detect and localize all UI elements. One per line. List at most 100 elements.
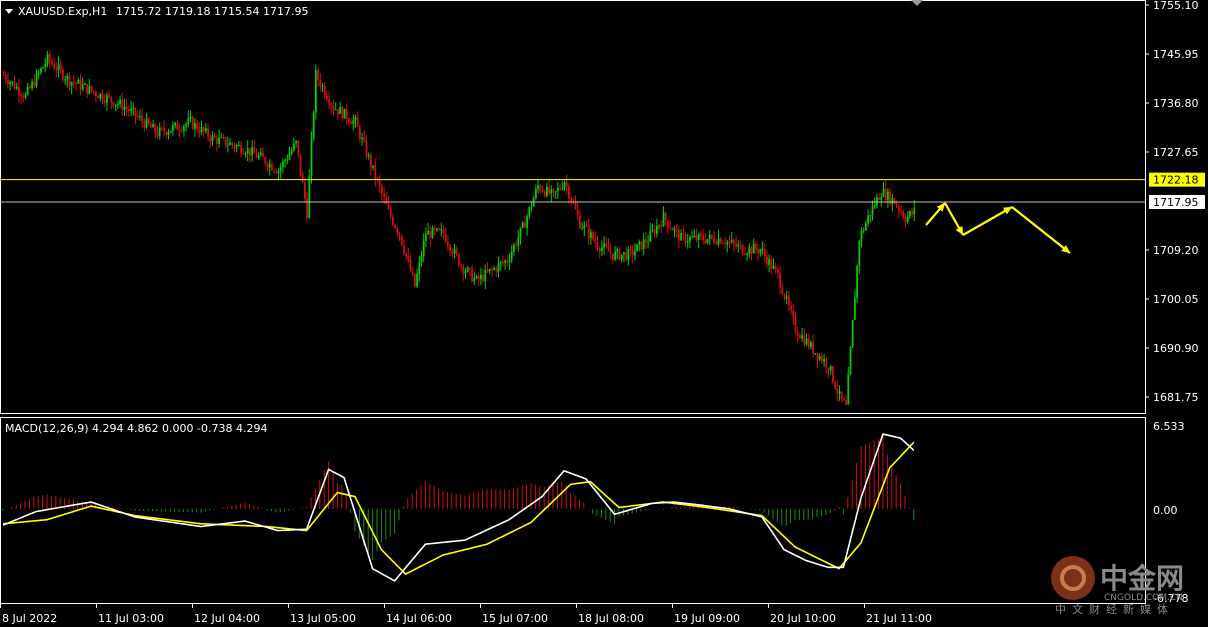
candle-body: [664, 212, 667, 221]
candle-body: [81, 84, 84, 90]
candle-body: [367, 155, 370, 157]
candle-body: [405, 253, 407, 256]
candle-body: [541, 190, 544, 192]
candle-body: [891, 198, 894, 204]
candle-body: [264, 157, 267, 164]
candle-body: [810, 342, 812, 348]
candle-body: [867, 215, 869, 223]
watermark-brand: 中金网: [1100, 562, 1184, 595]
candle-body: [394, 224, 396, 228]
symbol-dropdown-icon[interactable]: [5, 9, 13, 14]
candle-body: [499, 262, 502, 264]
candle-body: [73, 81, 75, 83]
candle-body: [224, 137, 227, 146]
candle-body: [101, 93, 104, 101]
candle-body: [858, 241, 861, 266]
candle-body: [849, 347, 852, 375]
candle-body: [537, 185, 539, 189]
price-tick-label: 1709.20: [1153, 244, 1199, 257]
forecast-arrow: [1011, 206, 1071, 254]
candle-body: [911, 211, 913, 215]
candle-body: [627, 248, 630, 260]
trading-chart[interactable]: 1755.10 1745.95 1736.80 1727.65 1709.20 1700.…: [0, 0, 1208, 627]
candle-body: [469, 267, 471, 269]
candle-body: [88, 85, 91, 94]
candle-body: [213, 135, 216, 138]
candle-body: [838, 391, 841, 394]
candle-body: [40, 68, 42, 73]
candle-body: [229, 142, 231, 146]
candle-body: [145, 118, 148, 128]
candle-body: [235, 145, 238, 148]
candle-body: [735, 243, 737, 247]
candle-body: [486, 269, 489, 272]
candle-body: [528, 207, 531, 217]
candle-body: [451, 251, 454, 254]
candle-body: [746, 253, 748, 255]
candle-body: [862, 230, 865, 232]
candle-body: [796, 332, 799, 336]
macd-lines: [2, 433, 915, 582]
candle-body: [807, 338, 810, 348]
candle-body: [616, 249, 619, 252]
candle-body: [11, 81, 14, 83]
candle-body: [4, 75, 7, 81]
candle-body: [702, 235, 704, 241]
candle-body: [222, 136, 225, 138]
candle-body: [337, 109, 339, 115]
candle-body: [15, 86, 18, 89]
candle-body: [257, 155, 260, 158]
candle-body: [187, 118, 190, 124]
watermark-tagline: 中文财经新媒体: [1055, 602, 1174, 616]
candle-body: [473, 277, 476, 282]
candle-body: [68, 75, 71, 86]
forecast-arrow: [962, 206, 1013, 236]
candle-body: [167, 132, 170, 136]
candle-body: [561, 188, 564, 190]
candle-body: [660, 225, 663, 227]
candle-body: [546, 186, 548, 196]
candle-body: [565, 182, 568, 187]
candle-body: [629, 248, 632, 250]
candle-body: [596, 242, 599, 249]
candle-body: [433, 227, 436, 231]
candle-body: [332, 105, 335, 110]
candle-body: [689, 237, 691, 242]
candle-body: [59, 64, 62, 69]
time-tick-label: 14 Jul 06:00: [386, 612, 452, 625]
candle-body: [620, 254, 623, 260]
candle-body: [431, 227, 434, 239]
candle-body: [211, 135, 214, 142]
candle-body: [141, 116, 143, 122]
candle-body: [763, 249, 766, 257]
shift-marker-icon[interactable]: [911, 0, 923, 6]
candle-body: [623, 252, 625, 255]
candle-body: [480, 274, 482, 280]
candle-body: [728, 241, 731, 243]
candle-body: [880, 196, 883, 200]
candle-body: [713, 237, 715, 243]
candle-body: [70, 81, 73, 86]
candle-body: [673, 228, 676, 231]
candle-body: [805, 338, 808, 345]
candle-body: [882, 188, 885, 197]
candle-body: [372, 165, 374, 168]
candle-body: [686, 241, 689, 243]
candle-body: [249, 148, 251, 156]
candle-body: [539, 185, 542, 191]
candle-body: [343, 108, 346, 119]
candle-body: [156, 132, 159, 137]
candle-body: [128, 108, 130, 112]
candle-body: [246, 148, 249, 154]
candle-body: [268, 163, 271, 168]
candle-body: [418, 261, 421, 275]
ohlc-values: 1715.72 1719.18 1715.54 1717.95: [116, 5, 308, 18]
candle-body: [750, 247, 753, 254]
candle-body: [407, 255, 410, 260]
candle-body: [484, 269, 487, 282]
candle-body: [400, 235, 403, 245]
candle-body: [790, 305, 792, 311]
candle-body: [20, 94, 22, 97]
candle-body: [658, 225, 660, 227]
candle-body: [295, 140, 297, 144]
